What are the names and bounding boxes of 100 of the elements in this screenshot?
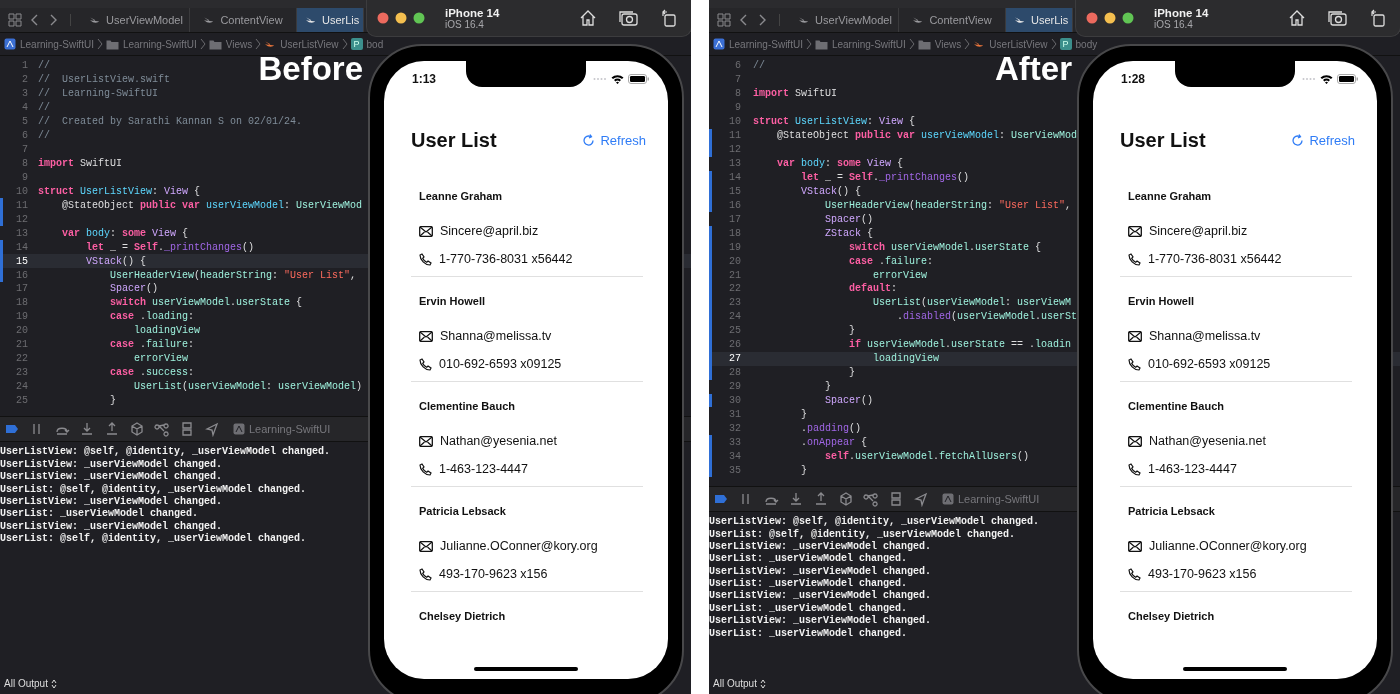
step-into-icon[interactable] [79, 421, 95, 438]
console-line: UserList: _userViewModel changed. [709, 627, 908, 641]
code-line: UserList(userViewModel: userViewM [872, 297, 1072, 309]
grid-icon[interactable] [8, 13, 22, 27]
graph-icon[interactable] [863, 491, 879, 508]
graph-icon[interactable] [154, 421, 170, 438]
line-number: 11 [709, 128, 741, 143]
line-number: 28 [709, 365, 741, 380]
code-line: } [824, 381, 831, 393]
chevron-icon [805, 38, 812, 50]
phone-icon [1128, 567, 1141, 581]
folder-icon [105, 38, 119, 50]
location-icon[interactable] [913, 491, 929, 508]
step-into-icon[interactable] [788, 491, 804, 508]
user-name: Chelsey Dietrich [419, 609, 507, 624]
envelope-icon [419, 330, 433, 342]
breadcrumb-item[interactable]: P bod [350, 38, 384, 50]
code-line: switch userViewModel.userState { [848, 241, 1042, 253]
console-line: UserList: _userViewModel changed. [0, 508, 199, 521]
editor-tab[interactable]: UserLis [297, 8, 364, 32]
line-number: 15 [0, 254, 28, 269]
screen-title: User List [1120, 128, 1206, 152]
home-icon[interactable] [1288, 9, 1306, 27]
code-line: } [800, 464, 807, 476]
toggle-icon[interactable] [888, 491, 904, 508]
editor-tab[interactable]: UserLis [1006, 8, 1073, 32]
user-phone: 1-463-123-4447 [439, 462, 528, 476]
code-line: self.userViewModel.fetchAllUsers() [824, 450, 1030, 462]
back-icon[interactable] [739, 13, 749, 27]
battery-icon [628, 74, 650, 84]
user-name: Leanne Graham [419, 189, 504, 204]
output-filter[interactable]: All Output [713, 678, 766, 689]
code-line: // [38, 102, 50, 114]
status-time: 1:13 [412, 72, 437, 86]
refresh-button[interactable]: Refresh [1291, 132, 1355, 148]
step-out-icon[interactable] [104, 421, 120, 438]
line-number: 25 [709, 323, 741, 338]
breadcrumb-item[interactable]: Views [208, 38, 253, 50]
toggle-icon[interactable] [179, 421, 195, 438]
editor-tab[interactable]: UserViewModel [792, 8, 899, 32]
target-selector[interactable]: Learning-SwiftUI [233, 423, 331, 436]
user-email: Nathan@yesenia.net [440, 434, 557, 448]
envelope-icon [1128, 435, 1142, 447]
console-line: UserListView: _userViewModel changed. [0, 458, 223, 471]
editor-tab[interactable]: UserViewModel [83, 8, 190, 32]
location-icon[interactable] [204, 421, 220, 438]
home-icon[interactable] [579, 9, 597, 27]
code-line: VStack() { [800, 185, 862, 197]
refresh-icon [582, 133, 596, 147]
window-controls-icon[interactable] [377, 12, 425, 24]
breadcrumb-item[interactable]: Learning-SwiftUI [713, 38, 803, 50]
console-line: UserListView: _userViewModel changed. [0, 520, 223, 533]
breadcrumb-item[interactable]: UserListView [973, 38, 1048, 50]
code-line: loadingView [133, 325, 201, 337]
user-name: Clementine Bauch [1128, 399, 1225, 414]
camera-icon[interactable] [1328, 9, 1348, 27]
user-email: Nathan@yesenia.net [1149, 434, 1266, 448]
forward-icon[interactable] [757, 13, 767, 27]
step-out-icon[interactable] [813, 491, 829, 508]
breadcrumb-item[interactable]: Learning-SwiftUI [814, 38, 906, 50]
refresh-button[interactable]: Refresh [582, 132, 646, 148]
camera-icon[interactable] [619, 9, 639, 27]
code-line: UserList(userViewModel: userViewModel) [133, 381, 363, 393]
output-filter[interactable]: All Output [4, 678, 57, 689]
line-number: 12 [709, 142, 741, 157]
code-line: .onAppear { [800, 436, 868, 448]
line-number: 9 [734, 101, 741, 115]
line-number: 14 [709, 170, 741, 185]
cube-icon[interactable] [838, 491, 854, 508]
line-number: 12 [0, 212, 28, 227]
property-badge: P [350, 38, 363, 50]
code-line: errorView [133, 353, 189, 365]
updown-icon [759, 678, 766, 689]
window-controls-icon[interactable] [1086, 12, 1134, 24]
line-number: 21 [15, 338, 28, 352]
grid-icon[interactable] [717, 13, 731, 27]
breadcrumb-item[interactable]: UserListView [264, 38, 339, 50]
line-number: 15 [709, 184, 741, 199]
console-line: UserListView: @self, @identity, _userViewModel changed. [709, 516, 1040, 529]
rotate-icon[interactable] [661, 9, 677, 27]
back-icon[interactable] [30, 13, 40, 27]
cube-icon[interactable] [129, 421, 145, 438]
user-email: Shanna@melissa.tv [440, 329, 552, 343]
caption: Before [258, 50, 363, 88]
line-number: 17 [728, 212, 741, 227]
rotate-icon[interactable] [1370, 9, 1386, 27]
breadcrumb-item[interactable]: Learning-SwiftUI [105, 38, 197, 50]
breadcrumb-item[interactable]: P body [1059, 38, 1098, 50]
user-phone: 493-170-9623 x156 [1148, 567, 1257, 581]
updown-icon [50, 678, 57, 689]
console-line: UserList: _userViewModel changed. [709, 602, 908, 615]
app-icon [942, 493, 954, 506]
breadcrumb-item[interactable]: Views [917, 38, 962, 50]
phone-icon [1128, 252, 1141, 266]
target-selector[interactable]: Learning-SwiftUI [942, 493, 1040, 506]
console-line: UserListView: _userViewModel changed. [709, 615, 932, 628]
line-number: 7 [21, 143, 28, 157]
breadcrumb-item[interactable]: Learning-SwiftUI [4, 38, 94, 50]
forward-icon[interactable] [48, 13, 58, 27]
user-email: Shanna@melissa.tv [1149, 329, 1261, 343]
